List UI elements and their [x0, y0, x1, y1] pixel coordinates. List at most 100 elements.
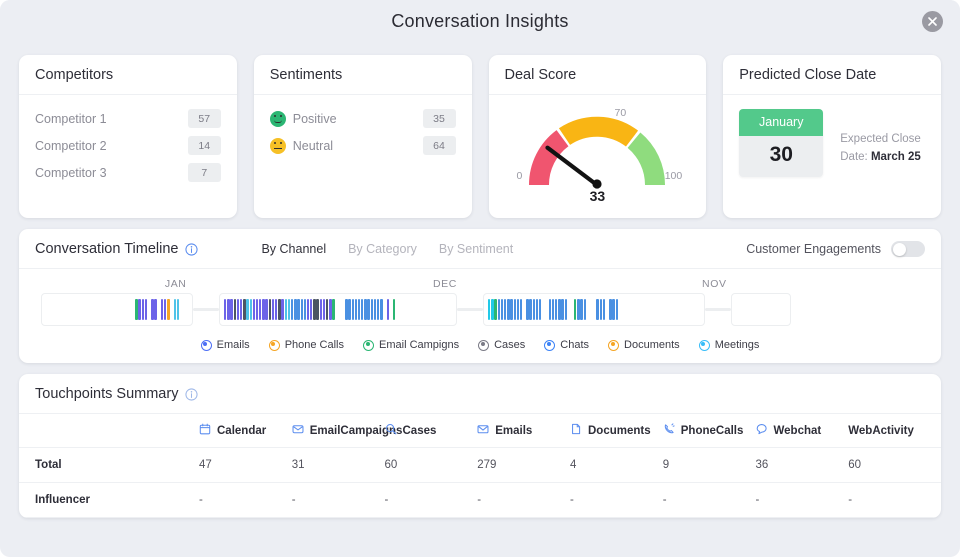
- chat-icon: [756, 423, 768, 438]
- competitor-label: Competitor 3: [35, 166, 188, 180]
- timeline-bar: [552, 299, 554, 320]
- sentiments-card-body: Positive 35 Neutral 64: [254, 95, 472, 218]
- timeline-bar: [161, 299, 163, 320]
- sentiments-card-title: Sentiments: [254, 55, 472, 95]
- legend-label: Phone Calls: [285, 339, 344, 351]
- legend-item-phone-calls[interactable]: Phone Calls: [269, 339, 344, 351]
- timeline-bar: [609, 299, 611, 320]
- timeline-bar: [310, 299, 312, 320]
- tab-by-category[interactable]: By Category: [348, 242, 417, 256]
- legend-item-emails[interactable]: Emails: [201, 339, 250, 351]
- legend-label: Cases: [494, 339, 525, 351]
- close-button[interactable]: [922, 11, 943, 32]
- timeline-title-wrap: Conversation Timeline: [35, 241, 198, 257]
- timeline-bar: [600, 299, 602, 320]
- timeline-bar: [230, 299, 232, 320]
- list-item: Competitor 1 57: [35, 105, 221, 132]
- timeline-bar: [240, 299, 242, 320]
- legend-item-chats[interactable]: Chats: [544, 339, 589, 351]
- timeline-bar: [151, 299, 153, 320]
- timeline-bar: [352, 299, 354, 320]
- timeline-bar: [596, 299, 598, 320]
- info-icon[interactable]: [185, 388, 198, 401]
- month-label-nov: NOV: [580, 278, 849, 290]
- touchpoints-title: Touchpoints Summary: [35, 386, 178, 402]
- info-icon[interactable]: [185, 243, 198, 256]
- timeline-bar: [574, 299, 576, 320]
- timeline-segment-dec[interactable]: [219, 293, 457, 326]
- col-label: Emails: [495, 425, 532, 437]
- timeline-bar: [580, 299, 582, 320]
- timeline-bar: [164, 299, 166, 320]
- timeline-segment-nov[interactable]: [483, 293, 705, 326]
- table-row[interactable]: Total473160279493660: [19, 448, 941, 483]
- timeline-bar: [387, 299, 389, 320]
- timeline-bar: [246, 299, 248, 320]
- customer-engagements-toggle[interactable]: [891, 241, 925, 257]
- expected-close-date: March 25: [871, 151, 921, 163]
- gauge-mid-label: 70: [615, 107, 627, 119]
- timeline-track[interactable]: [41, 293, 919, 326]
- timeline-bar: [253, 299, 255, 320]
- competitor-count: 57: [188, 109, 221, 128]
- timeline-bar: [371, 299, 373, 320]
- legend-item-meetings[interactable]: Meetings: [699, 339, 760, 351]
- deal-score-card-title: Deal Score: [489, 55, 707, 95]
- timeline-bar: [304, 299, 306, 320]
- col-documents: Documents: [570, 414, 663, 448]
- sentiment-text: Positive: [293, 112, 337, 126]
- col-label: WebActivity: [848, 425, 914, 437]
- competitors-card: Competitors Competitor 1 57 Competitor 2…: [19, 55, 237, 218]
- timeline-bar: [533, 299, 535, 320]
- competitor-count: 14: [188, 136, 221, 155]
- cases-icon: [385, 423, 397, 438]
- legend-dot-icon: [363, 340, 374, 351]
- dialog-titlebar: Conversation Insights: [0, 0, 960, 47]
- smiley-positive-icon: [270, 111, 286, 127]
- col-calendar: Calendar: [199, 414, 292, 448]
- competitors-card-title: Competitors: [19, 55, 237, 95]
- timeline-bar: [529, 299, 531, 320]
- timeline-bar: [243, 299, 245, 320]
- table-cell: 31: [292, 448, 385, 483]
- touchpoints-table: Calendar EmailCampaigns Cases Emails Doc…: [19, 414, 941, 518]
- calendar-day: 30: [739, 136, 823, 177]
- legend-item-cases[interactable]: Cases: [478, 339, 525, 351]
- timeline-connector: [457, 308, 483, 311]
- predicted-close-date-card: Predicted Close Date January 30 Expected…: [723, 55, 941, 218]
- timeline-bar: [520, 299, 522, 320]
- timeline-segment-jan-a[interactable]: [41, 293, 193, 326]
- table-row[interactable]: Influencer--------: [19, 483, 941, 518]
- conversation-insights-dialog: Conversation Insights Competitors Compet…: [0, 0, 960, 557]
- table-cell: -: [663, 483, 756, 518]
- timeline-bar: [332, 299, 334, 320]
- timeline-bar: [504, 299, 506, 320]
- legend-label: Meetings: [715, 339, 760, 351]
- timeline-bar: [558, 299, 560, 320]
- calendar-month: January: [739, 109, 823, 136]
- timeline-bar: [278, 299, 280, 320]
- sentiment-label-positive: Positive: [270, 111, 423, 127]
- col-webchat: Webchat: [756, 414, 849, 448]
- competitor-count: 7: [188, 163, 221, 182]
- timeline-bar: [281, 299, 283, 320]
- legend-dot-icon: [201, 340, 212, 351]
- timeline-segment-tail[interactable]: [731, 293, 791, 326]
- timeline-bar: [565, 299, 567, 320]
- legend-dot-icon: [544, 340, 555, 351]
- gauge-icon: [522, 107, 672, 195]
- tab-by-channel[interactable]: By Channel: [261, 242, 326, 256]
- tab-by-sentiment[interactable]: By Sentiment: [439, 242, 513, 256]
- phone-icon: [663, 423, 675, 438]
- timeline-bar: [358, 299, 360, 320]
- list-item: Competitor 3 7: [35, 159, 221, 186]
- legend-item-email-campigns[interactable]: Email Campigns: [363, 339, 459, 351]
- timeline-bar: [498, 299, 500, 320]
- timeline-bar: [514, 299, 516, 320]
- legend-dot-icon: [608, 340, 619, 351]
- legend-item-documents[interactable]: Documents: [608, 339, 680, 351]
- deal-score-gauge: 0 70 100 33: [505, 105, 691, 208]
- list-item: Competitor 2 14: [35, 132, 221, 159]
- deal-score-value: 33: [505, 188, 691, 204]
- timeline-title: Conversation Timeline: [35, 241, 178, 257]
